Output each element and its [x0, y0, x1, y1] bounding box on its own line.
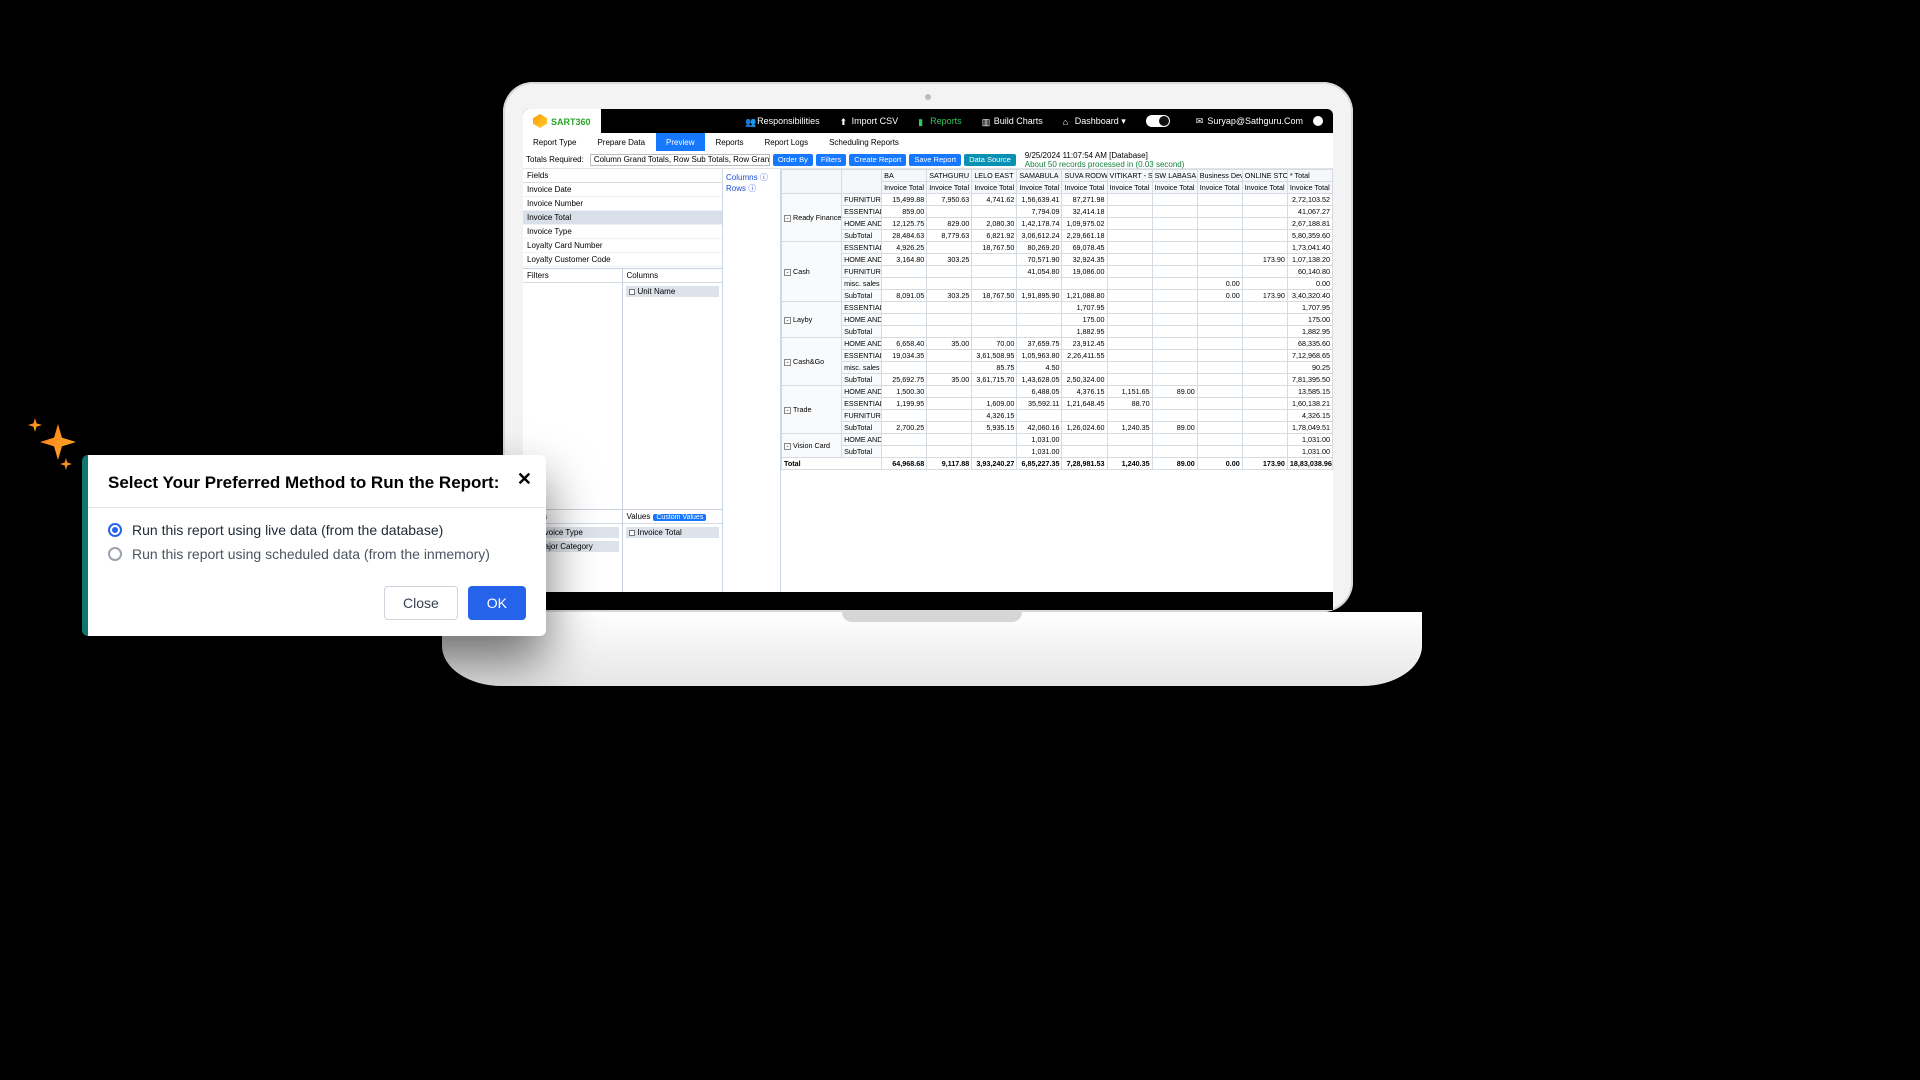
modal-close-button[interactable]: ✕ [517, 469, 532, 490]
decorative-stars [28, 418, 86, 478]
save-report-button[interactable]: Save Report [909, 154, 961, 166]
order-by-button[interactable]: Order By [773, 154, 813, 166]
tab-preview[interactable]: Preview [656, 133, 705, 151]
file-icon: ▮ [918, 117, 926, 125]
toolbar: Totals Required: Column Grand Totals, Ro… [523, 151, 1333, 169]
radio-scheduled-data[interactable]: Run this report using scheduled data (fr… [108, 546, 526, 562]
field-item[interactable]: Invoice Total [523, 211, 722, 225]
logo-cube-icon [533, 114, 547, 128]
ribbon-tabs: Report Type Prepare Data Preview Reports… [523, 133, 1333, 151]
laptop-base [442, 612, 1422, 686]
nav-dashboard[interactable]: ⌂Dashboard ▾ [1053, 116, 1136, 127]
radio-icon [108, 523, 122, 537]
columns-panel[interactable]: Columns Unit Name [623, 269, 723, 509]
upload-icon: ⬆ [840, 117, 848, 125]
totals-label: Totals Required: [526, 155, 587, 164]
brand-name: SART [551, 117, 576, 127]
modal-ok-action[interactable]: OK [468, 586, 526, 620]
value-chip-invoice-total[interactable]: Invoice Total [626, 527, 720, 538]
field-item[interactable]: Invoice Date [523, 183, 722, 197]
left-pane: Fields Invoice DateInvoice NumberInvoice… [523, 169, 723, 610]
radio-live-data[interactable]: Run this report using live data (from th… [108, 522, 526, 538]
report-grid[interactable]: BASATHGURU TAILELELO EASTSAMABULASUVA RO… [781, 169, 1333, 610]
tab-reports[interactable]: Reports [705, 133, 754, 151]
custom-values-badge[interactable]: Custom Values [653, 514, 706, 521]
nav-import-csv[interactable]: ⬆Import CSV [830, 116, 909, 126]
nav-reports[interactable]: ▮Reports [908, 116, 972, 126]
fields-header: Fields [523, 169, 722, 183]
field-item[interactable]: Invoice Type [523, 225, 722, 239]
people-icon: 👥 [745, 117, 753, 125]
column-chip-unit-name[interactable]: Unit Name [626, 286, 720, 297]
mid-strip: Columns ⓘ Rows ⓘ [723, 169, 781, 610]
run-report-modal: ✕ Select Your Preferred Method to Run th… [82, 455, 546, 636]
radio-icon [108, 547, 122, 561]
tab-report-type[interactable]: Report Type [523, 133, 587, 151]
laptop-mock: SART360 👥Responsibilities ⬆Import CSV ▮R… [503, 82, 1353, 612]
home-icon: ⌂ [1063, 117, 1071, 125]
filters-button[interactable]: Filters [816, 154, 846, 166]
modal-title: Select Your Preferred Method to Run the … [108, 473, 526, 493]
field-item[interactable]: Invoice Number [523, 197, 722, 211]
tab-prepare-data[interactable]: Prepare Data [587, 133, 656, 151]
brand-logo[interactable]: SART360 [523, 109, 601, 133]
user-menu[interactable]: ✉ Suryap@Sathguru.Com [1186, 116, 1333, 127]
mid-rows-link[interactable]: Rows ⓘ [726, 183, 777, 194]
field-item[interactable]: Loyalty Card Number [523, 239, 722, 253]
toggle-icon [1146, 115, 1170, 127]
data-source-button[interactable]: Data Source [964, 154, 1016, 166]
tab-report-logs[interactable]: Report Logs [755, 133, 820, 151]
nav-responsibilities[interactable]: 👥Responsibilities [735, 116, 830, 126]
mid-columns-link[interactable]: Columns ⓘ [726, 172, 777, 183]
values-header: ValuesCustom Values [623, 510, 723, 524]
nav-build-charts[interactable]: ▥Build Charts [972, 116, 1053, 126]
footer-bar [523, 592, 1333, 610]
status-text: 9/25/2024 11:07:54 AM [Database] About 5… [1025, 151, 1185, 169]
modal-close-action[interactable]: Close [384, 586, 458, 620]
brand-suffix: 360 [576, 117, 591, 127]
totals-dropdown[interactable]: Column Grand Totals, Row Sub Totals, Row… [590, 154, 770, 166]
fields-panel: Fields Invoice DateInvoice NumberInvoice… [523, 169, 722, 269]
filters-header: Filters [523, 269, 622, 283]
app-header: SART360 👥Responsibilities ⬆Import CSV ▮R… [523, 109, 1333, 133]
user-icon [1313, 116, 1323, 126]
columns-header: Columns [623, 269, 723, 283]
tab-scheduling[interactable]: Scheduling Reports [819, 133, 910, 151]
field-item[interactable]: Loyalty Customer Code [523, 253, 722, 267]
theme-toggle[interactable] [1136, 115, 1186, 127]
create-report-button[interactable]: Create Report [849, 154, 906, 166]
chart-icon: ▥ [982, 117, 990, 125]
